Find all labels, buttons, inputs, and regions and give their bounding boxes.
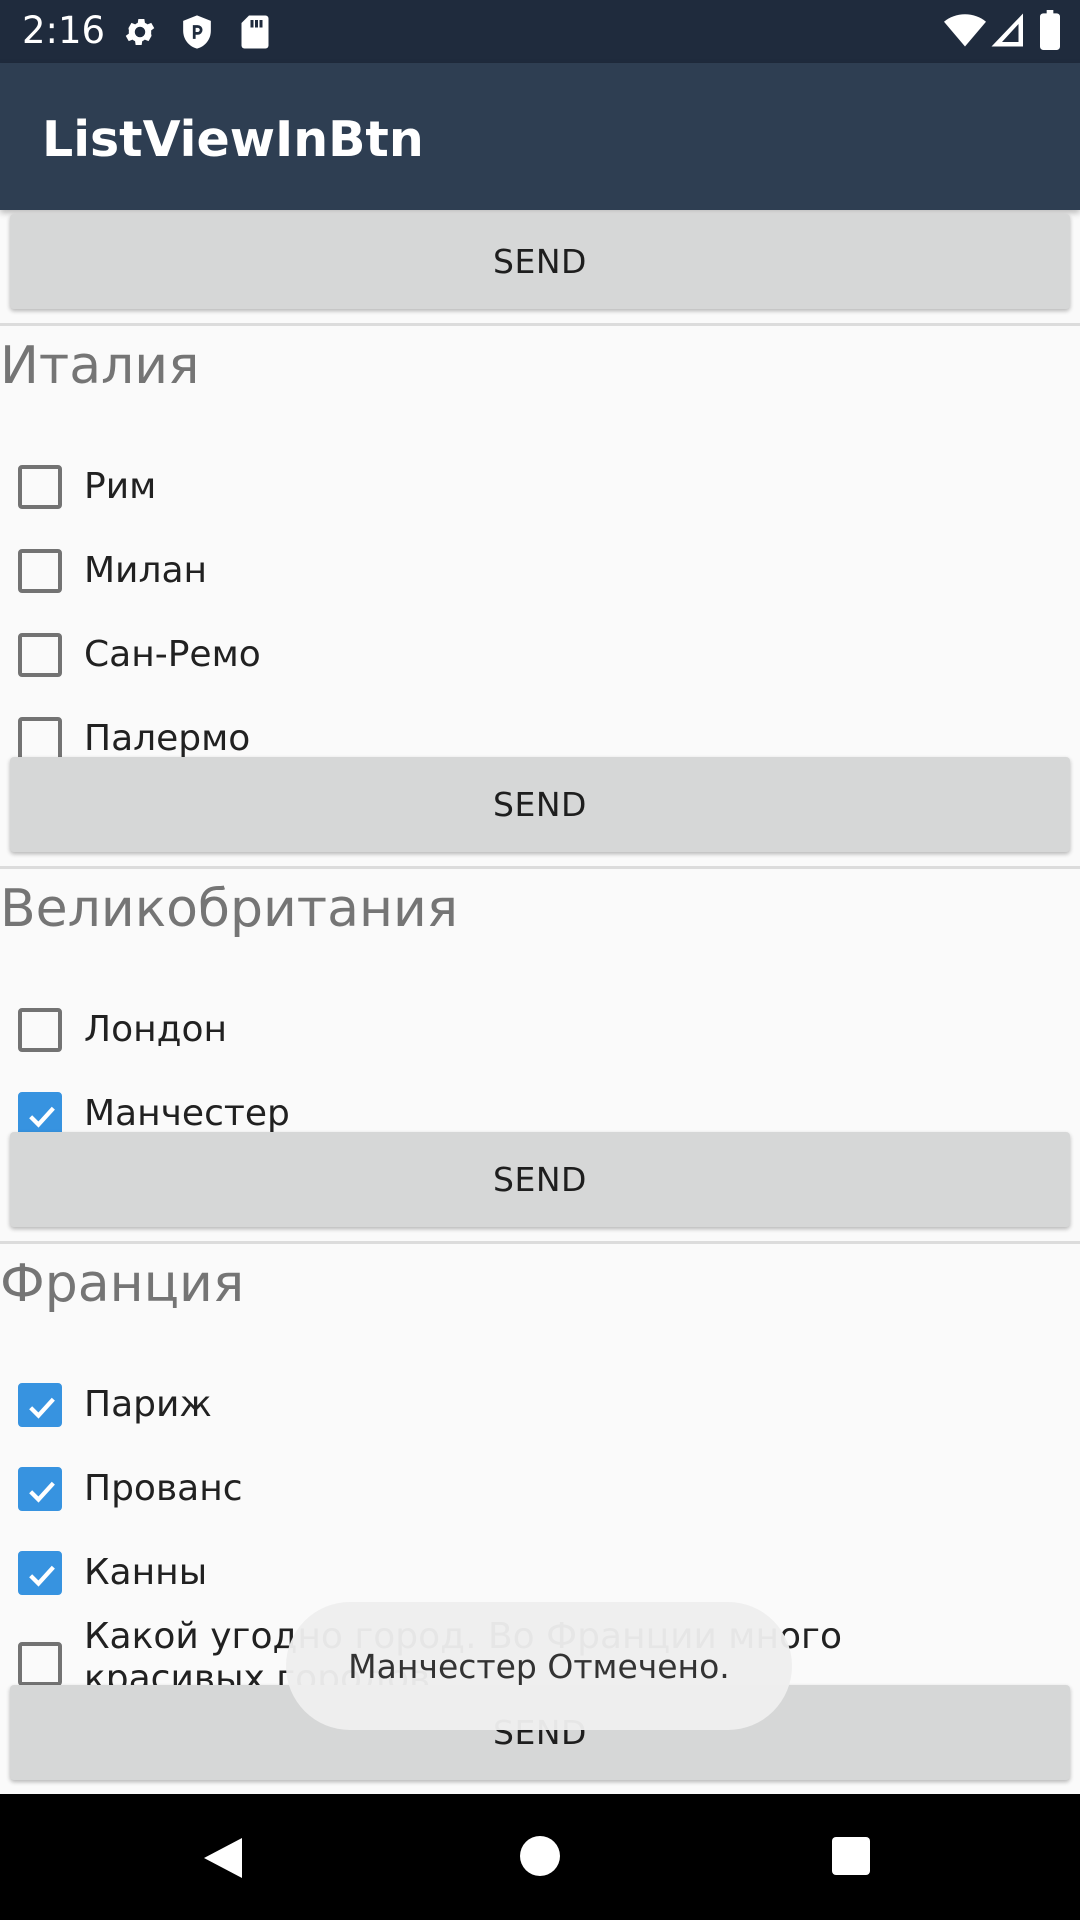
checkbox-label: Рим <box>84 466 157 507</box>
back-icon[interactable] <box>202 1836 244 1884</box>
status-time: 2:16 <box>22 9 106 52</box>
check-icon <box>29 1481 55 1503</box>
send-button[interactable]: SEND <box>10 757 1070 852</box>
check-icon <box>29 1106 55 1128</box>
shield-icon <box>180 14 214 54</box>
checkbox-label: Прованс <box>84 1468 243 1509</box>
checkbox-row-sanremo[interactable]: Сан-Ремо <box>0 615 1080 695</box>
content-list[interactable]: SEND Италия Рим Милан Сан-Ремо Палермо S… <box>0 210 1080 1794</box>
checkbox-row-london[interactable]: Лондон <box>0 990 1080 1070</box>
wifi-icon <box>944 12 986 52</box>
checkbox-label: Милан <box>84 550 208 591</box>
country-header-uk: Великобритания <box>0 879 459 939</box>
divider <box>0 1241 1080 1244</box>
checkbox-label: Палермо <box>84 718 251 759</box>
toast-message: Манчестер Отмечено. <box>286 1602 792 1730</box>
navigation-bar <box>0 1794 1080 1920</box>
divider <box>0 323 1080 326</box>
app-title: ListViewInBtn <box>42 111 424 168</box>
app-bar: ListViewInBtn <box>0 63 1080 210</box>
checkbox-row-paris[interactable]: Париж <box>0 1365 1080 1445</box>
checkbox-checked[interactable] <box>18 1551 62 1595</box>
checkbox-label: Сан-Ремо <box>84 634 261 675</box>
check-icon <box>29 1397 55 1419</box>
checkbox-row-provence[interactable]: Прованс <box>0 1449 1080 1529</box>
checkbox-label: Канны <box>84 1552 208 1593</box>
gear-icon <box>122 14 158 54</box>
checkbox-label: Манчестер <box>84 1093 290 1134</box>
checkbox-row-rome[interactable]: Рим <box>0 447 1080 527</box>
checkbox-row-milan[interactable]: Милан <box>0 531 1080 611</box>
signal-icon <box>990 12 1026 52</box>
checkbox[interactable] <box>18 465 62 509</box>
recents-icon[interactable] <box>832 1837 870 1879</box>
checkbox-checked[interactable] <box>18 1467 62 1511</box>
battery-icon <box>1040 10 1060 54</box>
home-icon[interactable] <box>520 1836 560 1880</box>
checkbox-label: Лондон <box>84 1009 228 1050</box>
checkbox-checked[interactable] <box>18 1092 62 1136</box>
sd-card-icon <box>240 14 270 54</box>
checkbox-checked[interactable] <box>18 1383 62 1427</box>
send-button[interactable]: SEND <box>10 214 1070 309</box>
checkbox[interactable] <box>18 549 62 593</box>
check-icon <box>29 1565 55 1587</box>
checkbox[interactable] <box>18 717 62 761</box>
country-header-italy: Италия <box>0 336 200 396</box>
divider <box>0 866 1080 869</box>
checkbox-label: Париж <box>84 1384 212 1425</box>
checkbox[interactable] <box>18 1008 62 1052</box>
checkbox[interactable] <box>18 1642 62 1686</box>
send-button[interactable]: SEND <box>10 1132 1070 1227</box>
checkbox-row-cannes[interactable]: Канны <box>0 1533 1080 1613</box>
status-bar: 2:16 <box>0 0 1080 63</box>
checkbox[interactable] <box>18 633 62 677</box>
country-header-france: Франция <box>0 1254 245 1314</box>
